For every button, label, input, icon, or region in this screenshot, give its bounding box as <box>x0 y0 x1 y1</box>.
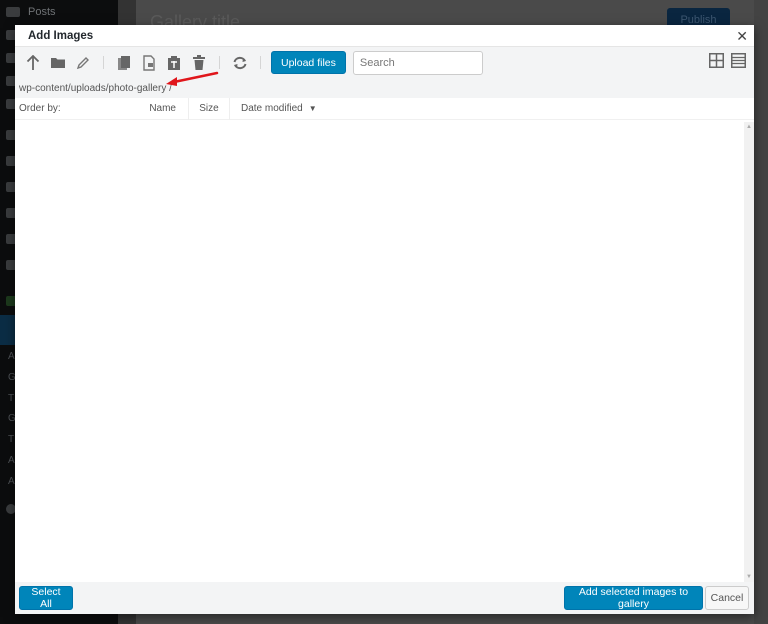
file-toolbar: Upload files <box>15 47 754 78</box>
sidebar-subitem[interactable]: T <box>8 434 14 445</box>
sidebar-item-posts[interactable]: Posts <box>0 1 118 23</box>
pencil-icon[interactable] <box>73 53 93 73</box>
list-view-icon[interactable] <box>731 53 746 71</box>
pin-icon <box>6 7 20 17</box>
sort-date-label: Date modified <box>241 103 303 114</box>
modal-footer: Select All Add selected images to galler… <box>15 582 754 614</box>
sort-by-name[interactable]: Name <box>147 97 189 120</box>
modal-header: Add Images ✕ <box>15 25 754 47</box>
order-by-label: Order by: <box>19 103 61 114</box>
order-bar: Order by: Name Size Date modified ▼ <box>15 97 754 120</box>
sidebar-subitem[interactable]: A <box>8 455 15 466</box>
cut-icon[interactable] <box>139 53 159 73</box>
search-input[interactable] <box>352 50 483 75</box>
modal-title: Add Images <box>28 29 94 42</box>
cancel-button[interactable]: Cancel <box>705 586 749 610</box>
scroll-up-icon[interactable]: ▲ <box>746 124 752 130</box>
toolbar-divider <box>219 56 220 69</box>
toolbar-divider <box>103 56 104 69</box>
upload-files-button[interactable]: Upload files <box>271 51 346 74</box>
copy-icon[interactable] <box>114 53 134 73</box>
file-list-area[interactable]: ▲ ▼ <box>15 122 754 582</box>
breadcrumb-path[interactable]: wp-content/uploads/photo-gallery / <box>19 83 172 94</box>
sort-by-size[interactable]: Size <box>189 97 230 120</box>
sort-descending-icon: ▼ <box>308 104 317 113</box>
folder-icon[interactable] <box>48 53 68 73</box>
scroll-down-icon[interactable]: ▼ <box>746 574 752 580</box>
add-images-modal: Add Images ✕ Upload files Search wp-cont… <box>15 25 754 614</box>
sidebar-subitem[interactable]: T <box>8 393 14 404</box>
admin-right-edge <box>754 0 768 624</box>
grid-view-icon[interactable] <box>709 53 724 71</box>
close-icon[interactable]: ✕ <box>736 29 748 43</box>
add-to-gallery-button[interactable]: Add selected images to gallery <box>564 586 703 610</box>
sort-by-date-modified[interactable]: Date modified ▼ <box>230 98 317 120</box>
vertical-scrollbar[interactable]: ▲ ▼ <box>744 122 754 582</box>
sidebar-subitem[interactable]: A <box>8 476 15 487</box>
sidebar-subitem[interactable]: A <box>8 351 15 362</box>
arrow-up-icon[interactable] <box>23 53 43 73</box>
annotation-arrow-icon <box>166 71 219 86</box>
toolbar-divider <box>260 56 261 69</box>
view-switcher <box>709 53 746 71</box>
select-all-button[interactable]: Select All <box>19 586 73 610</box>
breadcrumb: wp-content/uploads/photo-gallery / <box>15 71 754 98</box>
refresh-icon[interactable] <box>230 53 250 73</box>
